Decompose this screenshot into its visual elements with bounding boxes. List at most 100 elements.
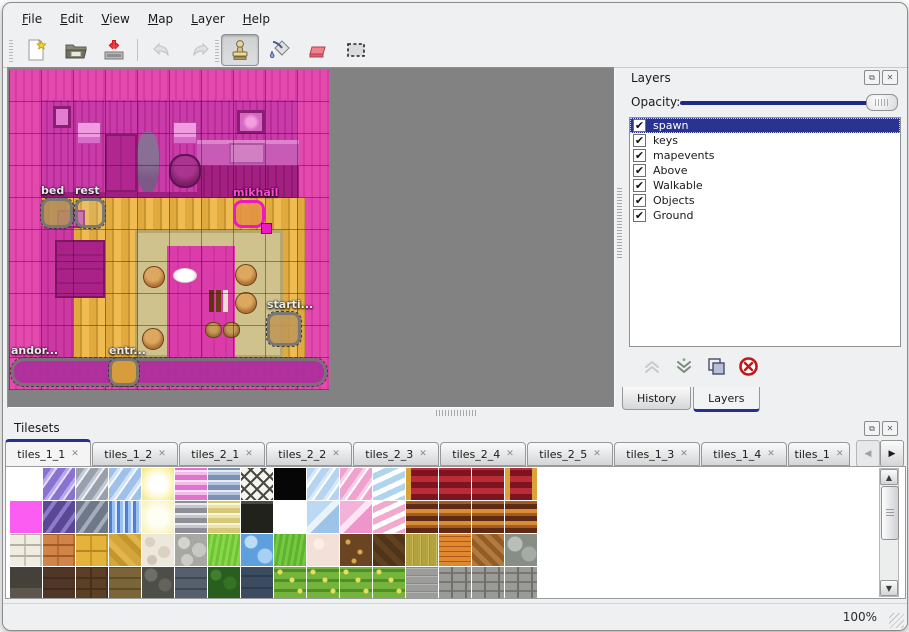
resize-grip[interactable] [889, 613, 904, 628]
map-object-andor[interactable] [11, 358, 327, 386]
tab-close-icon[interactable]: ✕ [680, 449, 688, 459]
scroll-up-icon[interactable]: ▲ [880, 469, 898, 485]
redo-button[interactable] [181, 34, 219, 66]
tile-stripes-gray[interactable] [175, 501, 207, 533]
tile-glass-purple-dark[interactable] [43, 501, 75, 533]
tile-glow-yellow[interactable] [142, 468, 174, 500]
tab-close-icon[interactable]: ✕ [332, 449, 340, 459]
tile-grass-green[interactable] [274, 534, 306, 566]
new-map-button[interactable] [17, 34, 55, 66]
layer-visibility-checkbox[interactable]: ✔ [633, 179, 646, 192]
menu-map[interactable]: Map [139, 9, 182, 29]
tile-stripes-steel[interactable] [208, 468, 240, 500]
tile-wall-brown-dark[interactable] [43, 567, 75, 599]
layer-visibility-checkbox[interactable]: ✔ [633, 119, 646, 132]
tab-close-icon[interactable]: ✕ [245, 449, 253, 459]
close-panel-icon[interactable]: ✕ [882, 421, 898, 436]
undo-button[interactable] [143, 34, 181, 66]
tile-empty[interactable] [274, 501, 306, 533]
float-panel-icon[interactable]: ⧉ [864, 70, 880, 85]
layer-row-Objects[interactable]: ✔Objects [630, 193, 900, 208]
layer-row-mapevents[interactable]: ✔mapevents [630, 148, 900, 163]
tab-close-icon[interactable]: ✕ [419, 449, 427, 459]
tab-close-icon[interactable]: ✕ [71, 449, 79, 459]
scroll-down-icon[interactable]: ▼ [880, 580, 898, 596]
layer-visibility-checkbox[interactable]: ✔ [633, 149, 646, 162]
tile-herringbone-brown[interactable] [472, 534, 504, 566]
tab-layers[interactable]: Layers [693, 387, 759, 412]
tile-carpet-red-gold-both[interactable] [505, 468, 537, 500]
tileset-tab-tiles_2_1[interactable]: tiles_2_1✕ [179, 442, 265, 466]
menu-help[interactable]: Help [234, 9, 279, 29]
tile-wood-dark[interactable] [373, 534, 405, 566]
tile-glass-skyblue[interactable] [307, 468, 339, 500]
layers-dock-titlebar[interactable]: Layers ⧉ ✕ [622, 69, 906, 87]
layer-visibility-checkbox[interactable]: ✔ [633, 164, 646, 177]
toolbar-drag-handle[interactable] [9, 38, 13, 62]
tile-grass-rows-flowers[interactable] [373, 567, 405, 599]
tile-solid-black[interactable] [274, 468, 306, 500]
tile-brick-slate[interactable] [175, 567, 207, 599]
duplicate-layer-button[interactable] [705, 355, 727, 377]
eraser-button[interactable] [299, 34, 337, 66]
tile-planks-olive[interactable] [406, 534, 438, 566]
tileset-tab-tiles_2_5[interactable]: tiles_2_5✕ [527, 442, 613, 466]
layer-row-spawn[interactable]: ✔spawn [630, 118, 900, 133]
menu-edit[interactable]: Edit [51, 9, 92, 29]
tile-water-sparkle[interactable] [109, 501, 141, 533]
map-canvas[interactable]: andor...entr...bedrestmikhailstarti... [9, 70, 329, 390]
tilesets-dock-titlebar[interactable]: Tilesets ⧉ ✕ [5, 419, 906, 437]
tab-close-icon[interactable]: ✕ [158, 449, 166, 459]
save-button[interactable] [95, 34, 133, 66]
tile-pebbles-pale[interactable] [142, 534, 174, 566]
layer-row-Ground[interactable]: ✔Ground [630, 208, 900, 223]
layer-row-Above[interactable]: ✔Above [630, 163, 900, 178]
stamp-brush-button[interactable] [221, 34, 259, 66]
menu-layer[interactable]: Layer [182, 9, 233, 29]
map-object-rest[interactable] [75, 198, 105, 228]
tile-planks-gray[interactable] [406, 567, 438, 599]
lower-layer-button[interactable] [673, 355, 695, 377]
tile-wood-bands-brown[interactable] [505, 501, 537, 533]
tools-drag-handle[interactable] [215, 38, 219, 62]
tile-stripes-magenta[interactable] [175, 468, 207, 500]
tile-wall-cobble-gray[interactable] [142, 567, 174, 599]
tile-solid-magenta[interactable] [10, 501, 42, 533]
tile-grass-rows-flowers[interactable] [274, 567, 306, 599]
tile-stone-blocks-white[interactable] [10, 534, 42, 566]
tileset-tab-tiles_2_3[interactable]: tiles_2_3✕ [353, 442, 439, 466]
tile-wood-bands-brown[interactable] [406, 501, 438, 533]
menu-file[interactable]: File [13, 9, 51, 29]
tile-carpet-red-gold-left[interactable] [406, 468, 438, 500]
tile-glass-blue[interactable] [109, 468, 141, 500]
tileset-tab-tiles_1_2[interactable]: tiles_1_2✕ [92, 442, 178, 466]
tile-wall-navy[interactable] [241, 567, 273, 599]
tile-brick-brown[interactable] [76, 567, 108, 599]
tileset-tab-tiles_2_4[interactable]: tiles_2_4✕ [440, 442, 526, 466]
tile-carpet-red[interactable] [472, 468, 504, 500]
tile-soil-flowers[interactable] [340, 534, 372, 566]
tile-brick-gray[interactable] [439, 567, 471, 599]
tile-carpet-red[interactable] [439, 468, 471, 500]
map-view[interactable]: andor...entr...bedrestmikhailstarti... [7, 67, 615, 408]
tile-glass-purple[interactable] [43, 468, 75, 500]
map-object-starti[interactable] [267, 312, 301, 346]
layer-visibility-checkbox[interactable]: ✔ [633, 134, 646, 147]
bucket-fill-button[interactable] [261, 34, 299, 66]
tileset-tab-tiles_1_4[interactable]: tiles_1_4✕ [701, 442, 787, 466]
tile-grass-rows-flowers[interactable] [340, 567, 372, 599]
float-panel-icon[interactable]: ⧉ [864, 421, 880, 436]
tile-sand-pale[interactable] [307, 534, 339, 566]
tile-wood-bands-brown[interactable] [472, 501, 504, 533]
tile-stone-gold[interactable] [109, 534, 141, 566]
tile-water-blue[interactable] [241, 534, 273, 566]
tileset-tab-tiles_2_2[interactable]: tiles_2_2✕ [266, 442, 352, 466]
layer-list[interactable]: ✔spawn✔keys✔mapevents✔Above✔Walkable✔Obj… [629, 117, 901, 347]
layer-row-Walkable[interactable]: ✔Walkable [630, 178, 900, 193]
tab-scroll-left-button[interactable]: ◀ [856, 440, 880, 467]
tileset-tab-tiles_1_1[interactable]: tiles_1_1✕ [5, 439, 91, 466]
tab-close-icon[interactable]: ✕ [506, 449, 514, 459]
tab-history[interactable]: History [622, 387, 691, 410]
map-object-entr[interactable] [109, 358, 139, 386]
tile-window-blue[interactable] [307, 501, 339, 533]
